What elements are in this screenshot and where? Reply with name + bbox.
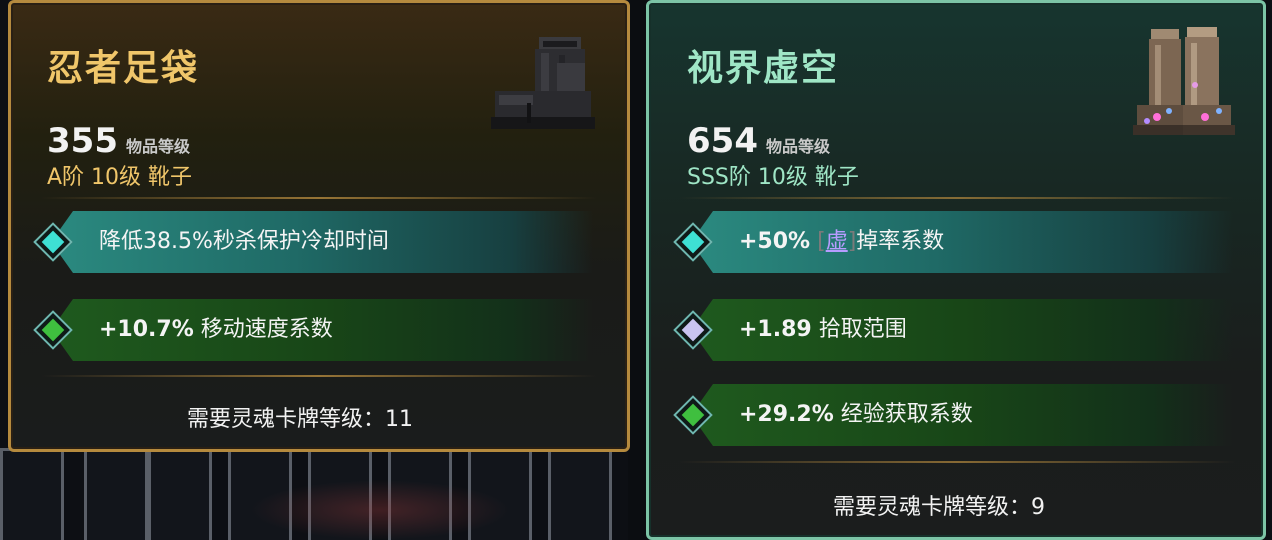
affix-text: +10.7% 移动速度系数 [99,299,333,361]
item-level-row: 355 物品等级 [47,121,190,161]
background-glow [250,480,510,540]
item-tier: A阶 10级 靴子 [47,165,193,190]
inventory-slot[interactable] [84,448,148,540]
affix-row: 降低38.5%秒杀保护冷却时间 [33,211,593,273]
affix-text: +50% [虚]掉率系数 [739,211,944,273]
item-tier: SSS阶 10级 靴子 [687,165,859,190]
affix-label: 拾取范围 [818,317,907,342]
item-level-label: 物品等级 [765,137,830,156]
item-level-label: 物品等级 [125,137,190,156]
affix-value: +1.89 [739,317,812,342]
affix-row: +50% [虚]掉率系数 [673,211,1233,273]
item-tooltip-ninja-tabi: 忍者足袋 355 物品等级 A阶 10级 靴子 降低38.5%秒杀保护冷却时间 [8,0,630,452]
divider [679,197,1235,199]
teal-diamond-gem-icon [673,222,713,262]
inventory-slot[interactable] [548,448,612,540]
affix-row: +29.2% 经验获取系数 [673,384,1233,446]
soul-card-requirement: 需要灵魂卡牌等级：11 [187,407,413,432]
affix-row: +1.89 拾取范围 [673,299,1233,361]
green-diamond-gem-icon [33,310,73,350]
affix-label: 掉率系数 [856,229,945,254]
affix-value: +29.2% [739,402,834,427]
soul-card-requirement: 需要灵魂卡牌等级：9 [833,495,1045,520]
divider [41,375,597,377]
background-strip [628,0,648,540]
affix-text: +29.2% 经验获取系数 [739,384,973,446]
item-level: 654 [687,121,758,161]
item-level-row: 654 物品等级 [687,121,830,161]
divider [679,461,1235,463]
jeweled-brown-boots-icon [1129,25,1239,147]
item-level: 355 [47,121,118,161]
tag-bracket: ] [847,229,857,254]
black-tabi-boots-icon [487,33,599,141]
inventory-slot[interactable] [0,448,64,540]
affix-text: 降低38.5%秒杀保护冷却时间 [99,229,389,254]
item-tooltip-void-vision: 视界虚空 654 物品等级 SSS阶 10级 靴子 +50% [虚]掉率系数 +… [646,0,1266,540]
affix-label: 移动速度系数 [200,317,333,342]
affix-text: +1.89 拾取范围 [739,299,907,361]
affix-row: +10.7% 移动速度系数 [33,299,593,361]
green-diamond-gem-icon [673,395,713,435]
divider [41,197,597,199]
affix-value: +50% [739,229,811,254]
inventory-slot[interactable] [148,448,212,540]
lilac-diamond-gem-icon [673,310,713,350]
affix-value: +10.7% [99,317,194,342]
void-tag-link[interactable]: 虚 [826,229,848,254]
teal-diamond-gem-icon [33,222,73,262]
tag-bracket: [ [817,229,826,254]
item-title: 视界虚空 [687,48,840,89]
affix-label: 经验获取系数 [840,402,973,427]
item-title: 忍者足袋 [47,48,200,89]
